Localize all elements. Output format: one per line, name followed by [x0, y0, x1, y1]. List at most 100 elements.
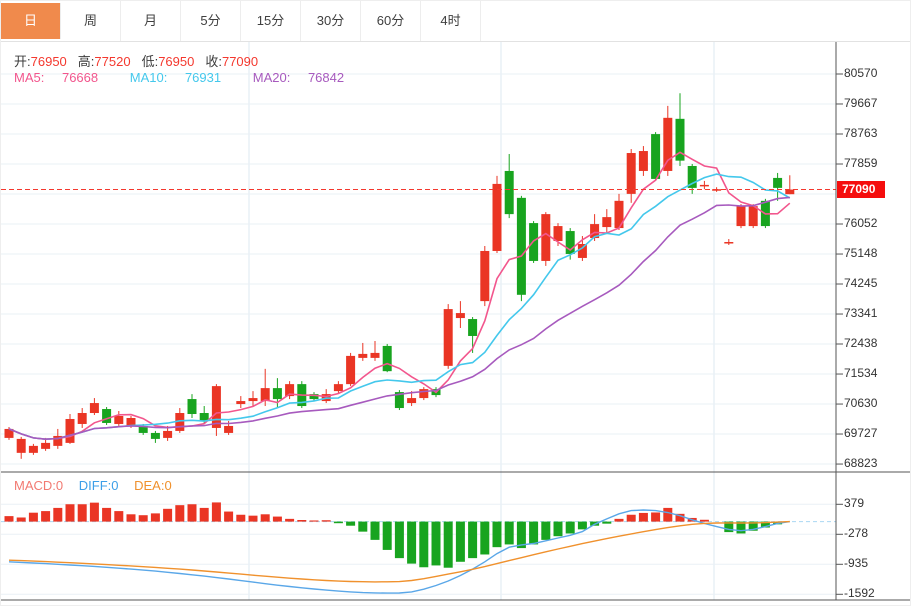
candle-body-16 [199, 413, 209, 421]
macd-axis-label: -935 [844, 556, 869, 571]
macd-bar-20 [248, 515, 258, 522]
macd-bar-52 [638, 512, 648, 522]
price-axis-label: 80570 [844, 66, 878, 80]
candle-body-18 [224, 425, 234, 433]
macd-bar-5 [65, 504, 75, 522]
tab-日[interactable]: 日 [1, 3, 61, 39]
macd-bar-3 [41, 511, 51, 522]
tab-30分[interactable]: 30分 [301, 1, 361, 41]
diff-indicator: DIFF:0 [79, 478, 119, 493]
macd-value: 0 [55, 478, 64, 493]
macd-bar-27 [333, 521, 343, 524]
macd-bar-41 [504, 521, 514, 545]
price-axis-label: 77859 [844, 156, 878, 170]
macd-bar-1 [16, 517, 26, 522]
ma20-readout: MA20: 76842 [253, 70, 358, 85]
candle-body-12 [150, 432, 160, 439]
candle-body-49 [602, 217, 612, 228]
candle-body-6 [77, 413, 87, 424]
price-axis-label: 79667 [844, 95, 878, 110]
candle-body-7 [89, 403, 99, 414]
macd-bar-45 [553, 521, 563, 537]
candle-body-59 [724, 242, 734, 244]
candle-body-44 [541, 214, 551, 261]
candle-body-28 [346, 355, 356, 385]
macd-bar-10 [126, 514, 136, 522]
macd-bar-11 [138, 515, 148, 522]
ma20-value: 76842 [307, 70, 345, 85]
macd-bar-57 [699, 519, 709, 522]
candle-body-57 [699, 184, 709, 187]
candle-body-3 [41, 442, 51, 449]
macd-bar-19 [236, 514, 246, 522]
ma-readout: MA5: 76668 MA10: 76931 MA20: 76842 [14, 70, 372, 85]
close-label: 收: [205, 54, 222, 69]
ma5-label: MA5: [14, 70, 45, 85]
macd-bar-17 [211, 502, 221, 522]
macd-bar-51 [626, 514, 636, 522]
macd-bar-54 [663, 507, 673, 522]
macd-bar-2 [28, 512, 38, 522]
macd-bar-34 [419, 521, 429, 568]
low-label: 低: [141, 54, 159, 69]
macd-label: MACD: [14, 478, 56, 493]
candle-body-8 [102, 409, 112, 423]
macd-bar-9 [114, 511, 124, 522]
price-axis-label: 76052 [844, 216, 878, 230]
candle-body-42 [516, 197, 526, 295]
candle-body-45 [553, 226, 563, 242]
chart-canvas[interactable] [1, 1, 911, 606]
open-label: 开: [14, 54, 31, 69]
candle-body-5 [65, 418, 75, 443]
candle-body-19 [236, 401, 246, 405]
price-axis-label: 73341 [844, 306, 878, 321]
ma20-label: MA20: [252, 70, 291, 85]
macd-bar-32 [394, 521, 404, 559]
candle-body-41 [504, 170, 514, 215]
close-value: 77090 [221, 54, 259, 69]
macd-readout: MACD:0 DIFF:0 DEA:0 [14, 478, 172, 493]
macd-bar-21 [260, 514, 270, 522]
ma10-value: 76931 [184, 70, 222, 85]
macd-bar-14 [175, 505, 185, 522]
tab-5分[interactable]: 5分 [181, 1, 241, 41]
ohlc-readout: 开:76950 高:77520 低:76950 收:77090 [14, 51, 269, 70]
dea-label: DEA: [134, 478, 165, 493]
tab-60分[interactable]: 60分 [361, 1, 421, 41]
macd-bar-16 [199, 507, 209, 522]
kline-chart-app: 日周月 5分 15分 30分 60分 4时 开:76950 高:77520 低:76950 收:… [0, 0, 911, 606]
candle-body-13 [163, 430, 173, 438]
candle-body-33 [407, 398, 417, 404]
current-price-badge: 77090 [837, 181, 885, 199]
tab-周[interactable]: 周 [61, 1, 121, 41]
candle-body-54 [663, 117, 673, 171]
macd-bar-43 [529, 521, 539, 545]
macd-bar-33 [407, 521, 417, 564]
candle-body-52 [638, 151, 648, 171]
tab-4时[interactable]: 4时 [421, 1, 481, 41]
ma5-value: 76668 [61, 70, 99, 85]
macd-bar-0 [4, 516, 14, 522]
macd-axis-label: 379 [844, 496, 865, 511]
price-axis-label: 71534 [844, 366, 878, 381]
candle-body-64 [785, 189, 795, 195]
tab-月[interactable]: 月 [121, 1, 181, 41]
macd-bar-30 [370, 521, 380, 540]
diff-value: 0 [111, 478, 119, 493]
macd-bar-47 [577, 521, 587, 530]
diff-label: DIFF: [78, 478, 112, 493]
candle-body-9 [114, 415, 124, 424]
price-axis-label: 68823 [844, 456, 878, 471]
candle-body-53 [651, 134, 661, 179]
macd-bar-12 [150, 513, 160, 522]
macd-bar-28 [346, 521, 356, 526]
candle-body-30 [370, 352, 380, 358]
price-axis-label: 72438 [844, 336, 878, 350]
tab-15分[interactable]: 15分 [241, 1, 301, 41]
macd-bar-18 [224, 511, 234, 522]
macd-bar-7 [89, 502, 99, 522]
candle-body-17 [211, 386, 221, 428]
macd-bar-15 [187, 504, 197, 522]
ma10-readout: MA10: 76931 [130, 70, 235, 85]
high-value: 77520 [94, 54, 131, 69]
